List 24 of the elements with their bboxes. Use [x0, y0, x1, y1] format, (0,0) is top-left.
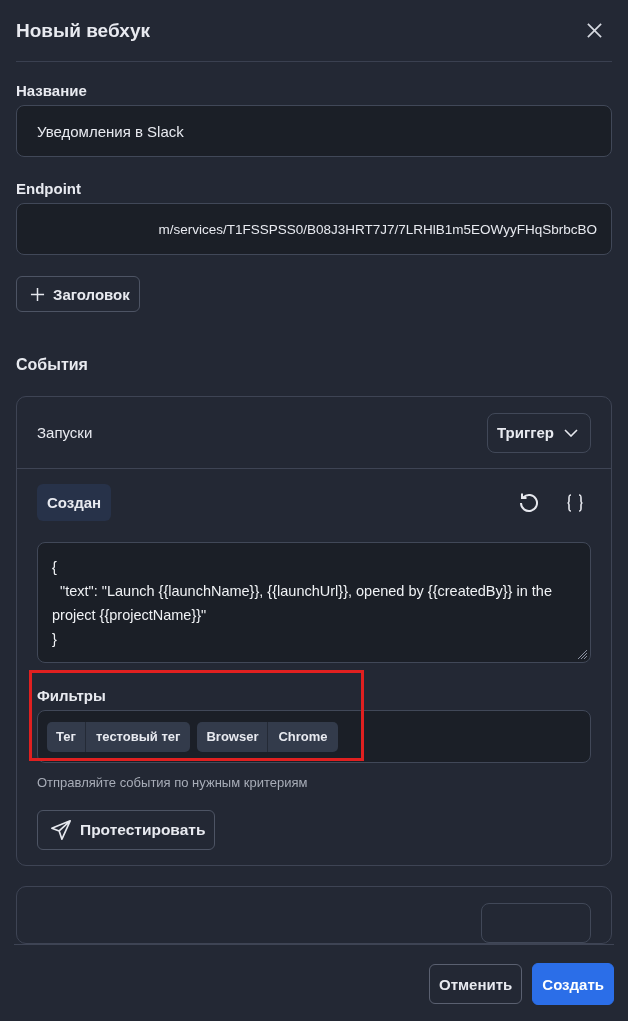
filters-field[interactable]: Тег тестовый тег Browser Chrome [37, 710, 591, 763]
section-title: События [16, 356, 88, 374]
send-icon [50, 819, 72, 841]
filters-hint: Отправляйте события по нужным критериям [37, 775, 308, 790]
trigger-dropdown[interactable]: Триггер [487, 412, 591, 453]
close-icon[interactable] [586, 22, 603, 39]
chevron-down-icon [564, 428, 578, 437]
event-chip[interactable]: Создан [37, 484, 112, 521]
test-button[interactable]: Протестировать [37, 810, 216, 850]
cancel-button[interactable]: Отменить [429, 964, 523, 1004]
input-field[interactable]: Уведомления в Slack [16, 105, 612, 158]
create-button[interactable]: Создать [532, 963, 614, 1005]
resize-handle-icon[interactable] [578, 650, 588, 660]
field-label: Название [16, 82, 87, 99]
input-field[interactable]: m/services/T1FSSPSS0/B08J3HRT7J7/7LRHlB1m5EOWyyFHqSbrbcBO [16, 203, 612, 256]
filter-tag[interactable]: Тег тестовый тег [47, 721, 191, 752]
plus-icon [30, 286, 45, 302]
dialog-title: Новый вебхук [16, 19, 151, 42]
field-label: Endpoint [16, 180, 81, 198]
add-header-button[interactable]: Заголовок [16, 276, 140, 312]
template-editor[interactable]: { "text": "Launch {{launchName}}, {{launchUrl}}, opened by {{createdBy}} in the project {{projectName}}" } [37, 542, 591, 663]
filter-tag[interactable]: Browser Chrome [197, 721, 338, 752]
card-title: Запуски [37, 424, 93, 441]
filters-label: Фильтры [37, 687, 107, 704]
